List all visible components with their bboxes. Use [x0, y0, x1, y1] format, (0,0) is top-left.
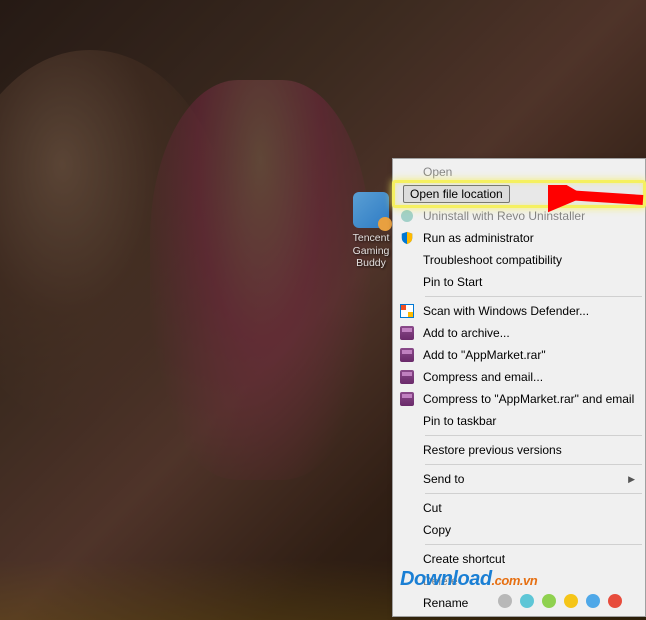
- menu-item-add-to-appmarket-rar[interactable]: Add to "AppMarket.rar": [395, 344, 643, 366]
- menu-item-open[interactable]: Open: [395, 161, 643, 183]
- menu-separator: [425, 435, 642, 436]
- menu-item-label: Add to "AppMarket.rar": [423, 348, 635, 362]
- menu-icon-blank: [399, 595, 415, 611]
- menu-item-label: Run as administrator: [423, 231, 635, 245]
- menu-icon-blank: [399, 252, 415, 268]
- menu-icon-blank: [399, 500, 415, 516]
- watermark: Download.com.vn: [400, 568, 537, 591]
- menu-item-pin-to-start[interactable]: Pin to Start: [395, 271, 643, 293]
- submenu-arrow-icon: ▶: [628, 474, 635, 485]
- winrar-icon: [399, 347, 415, 363]
- defender-icon: [399, 303, 415, 319]
- winrar-icon: [399, 369, 415, 385]
- watermark-dot: [542, 594, 556, 608]
- menu-item-label: Uninstall with Revo Uninstaller: [423, 209, 635, 223]
- menu-item-add-to-archive[interactable]: Add to archive...: [395, 322, 643, 344]
- menu-icon-blank: [399, 522, 415, 538]
- menu-icon-blank: [399, 164, 415, 180]
- winrar-icon: [399, 325, 415, 341]
- menu-item-compress-and-email[interactable]: Compress and email...: [395, 366, 643, 388]
- menu-icon-blank: [399, 471, 415, 487]
- menu-separator: [425, 493, 642, 494]
- watermark-dots: [498, 594, 622, 608]
- watermark-dot: [608, 594, 622, 608]
- menu-item-label: Compress and email...: [423, 370, 635, 384]
- menu-item-scan-with-windows-defender[interactable]: Scan with Windows Defender...: [395, 300, 643, 322]
- menu-item-label: Copy: [423, 523, 635, 537]
- menu-item-compress-to-appmarket-rar-and-email[interactable]: Compress to "AppMarket.rar" and email: [395, 388, 643, 410]
- menu-item-troubleshoot-compatibility[interactable]: Troubleshoot compatibility: [395, 249, 643, 271]
- menu-item-label: Troubleshoot compatibility: [423, 253, 635, 267]
- menu-icon-blank: [399, 413, 415, 429]
- revo-icon: [399, 208, 415, 224]
- menu-item-label: Restore previous versions: [423, 443, 635, 457]
- menu-separator: [425, 464, 642, 465]
- menu-item-label: Send to: [423, 472, 628, 486]
- watermark-dot: [498, 594, 512, 608]
- menu-item-uninstall-with-revo-uninstaller[interactable]: Uninstall with Revo Uninstaller: [395, 205, 643, 227]
- tencent-icon: [353, 192, 389, 228]
- watermark-dot: [564, 594, 578, 608]
- menu-item-open-file-location[interactable]: Open file location: [395, 183, 643, 205]
- watermark-main: Download: [400, 568, 492, 590]
- menu-item-label: Add to archive...: [423, 326, 635, 340]
- watermark-dot: [520, 594, 534, 608]
- menu-item-label: Pin to taskbar: [423, 414, 635, 428]
- menu-item-send-to[interactable]: Send to▶: [395, 468, 643, 490]
- watermark-dot: [586, 594, 600, 608]
- menu-item-run-as-administrator[interactable]: Run as administrator: [395, 227, 643, 249]
- menu-item-label: Open file location: [410, 187, 503, 201]
- winrar-icon: [399, 391, 415, 407]
- menu-item-label: Create shortcut: [423, 552, 635, 566]
- context-menu: Open Open file location Uninstall with Rev…: [392, 158, 646, 617]
- menu-icon-blank: [399, 551, 415, 567]
- menu-item-create-shortcut[interactable]: Create shortcut: [395, 548, 643, 570]
- menu-item-label: Open: [423, 165, 635, 179]
- menu-item-label: Pin to Start: [423, 275, 635, 289]
- menu-item-label: Compress to "AppMarket.rar" and email: [423, 392, 635, 406]
- menu-item-pin-to-taskbar[interactable]: Pin to taskbar: [395, 410, 643, 432]
- menu-item-restore-previous-versions[interactable]: Restore previous versions: [395, 439, 643, 461]
- menu-item-label: Cut: [423, 501, 635, 515]
- menu-item-label: Scan with Windows Defender...: [423, 304, 635, 318]
- menu-separator: [425, 544, 642, 545]
- menu-item-copy[interactable]: Copy: [395, 519, 643, 541]
- menu-separator: [425, 296, 642, 297]
- menu-item-cut[interactable]: Cut: [395, 497, 643, 519]
- shield-icon: [399, 230, 415, 246]
- menu-icon-blank: [399, 442, 415, 458]
- menu-icon-blank: [399, 274, 415, 290]
- watermark-suffix: .com.vn: [492, 573, 538, 588]
